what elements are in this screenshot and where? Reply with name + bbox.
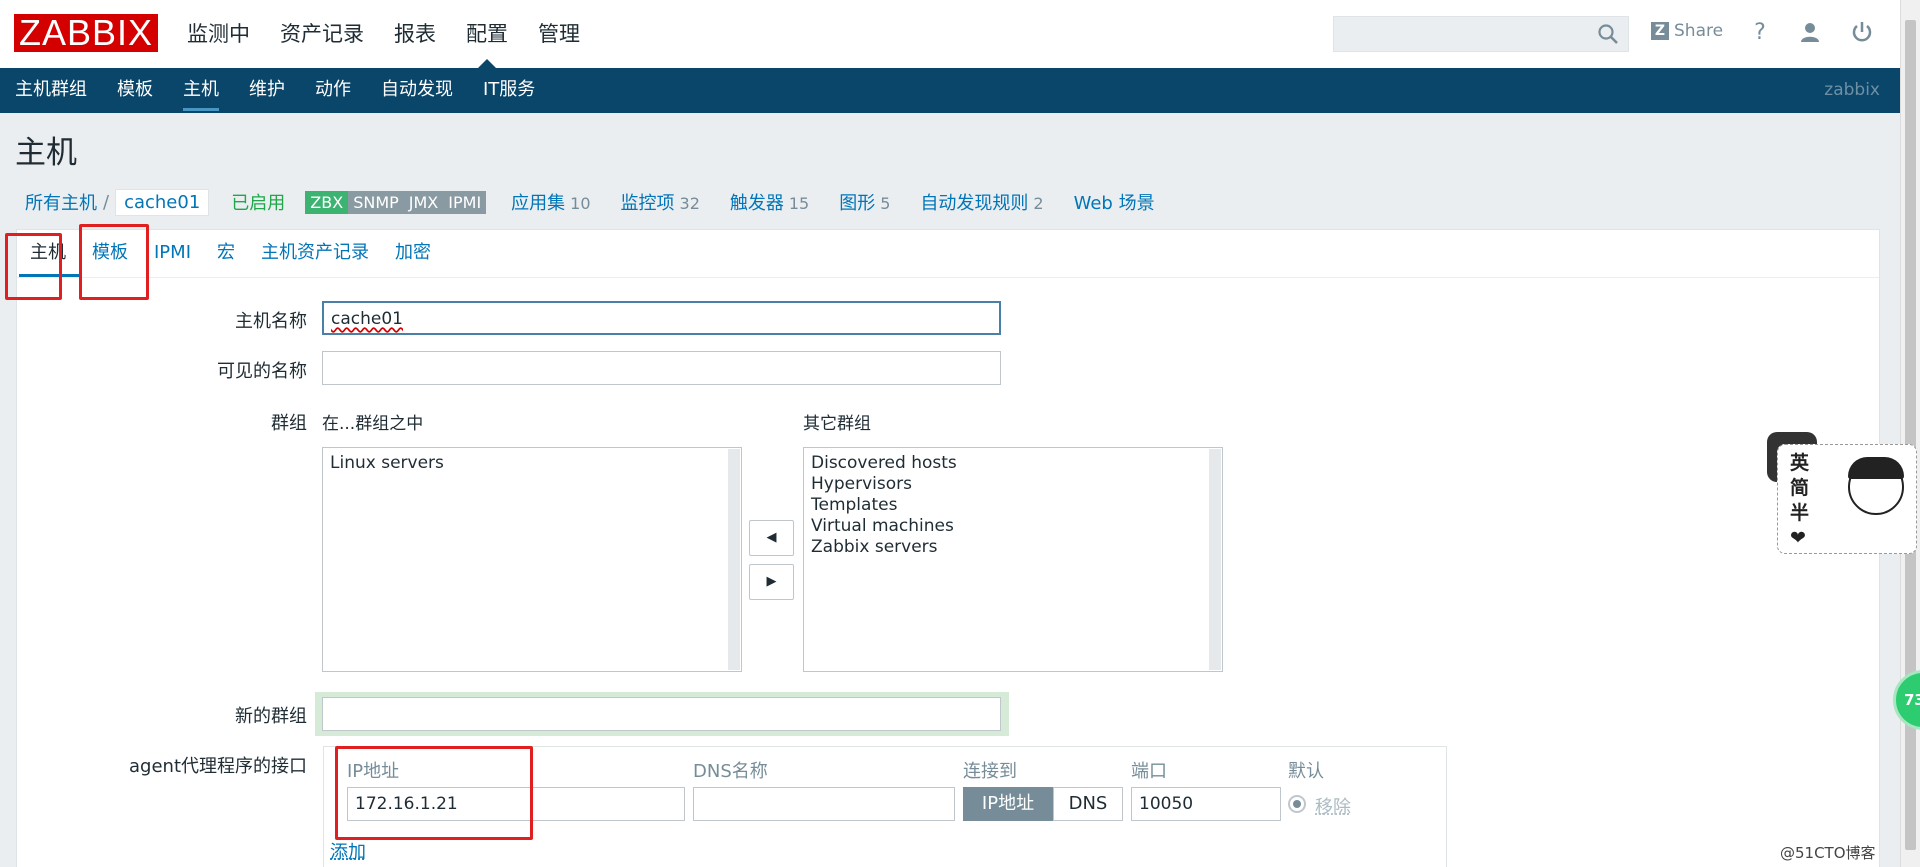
list-item[interactable]: Templates	[811, 495, 1215, 516]
list-item[interactable]: Discovered hosts	[811, 453, 1215, 474]
subnav-hosts[interactable]: 主机	[183, 68, 219, 113]
other-groups-heading: 其它群组	[803, 414, 871, 434]
annotation-box-ip-address	[335, 746, 533, 840]
default-interface-radio[interactable]	[1288, 795, 1306, 813]
host-name-label: 主机名称	[235, 311, 307, 332]
badge-snmp: SNMP	[348, 190, 404, 214]
link-triggers[interactable]: 触发器 15	[730, 189, 809, 215]
link-applications[interactable]: 应用集 10	[511, 189, 590, 215]
tab-macros[interactable]: 宏	[204, 230, 248, 277]
availability-badges: ZBX SNMP JMX IPMI	[305, 190, 487, 214]
main-nav-configuration[interactable]: 配置	[466, 0, 508, 68]
remove-interface-link[interactable]: 移除	[1315, 793, 1351, 819]
groups-label: 群组	[271, 413, 307, 434]
subnav-actions[interactable]: 动作	[315, 68, 351, 113]
main-nav: 监测中 资产记录 报表 配置 管理	[187, 0, 610, 68]
list-item[interactable]: Zabbix servers	[811, 537, 1215, 558]
in-groups-heading: 在...群组之中	[322, 414, 424, 434]
help-icon[interactable]: ?	[1747, 20, 1773, 46]
list-item[interactable]: Linux servers	[330, 453, 734, 474]
subnav-username: zabbix	[1824, 80, 1880, 100]
link-web-scenarios[interactable]: Web 场景	[1074, 189, 1155, 215]
in-groups-list[interactable]: Linux servers	[322, 447, 742, 672]
tab-encryption[interactable]: 加密	[382, 230, 444, 277]
share-icon: Z	[1651, 22, 1669, 40]
user-profile-icon[interactable]	[1797, 20, 1823, 46]
top-header: ZABBIX 监测中 资产记录 报表 配置 管理 Z Share ?	[0, 0, 1900, 68]
host-name-field[interactable]: cache01	[322, 301, 1001, 335]
main-nav-inventory[interactable]: 资产记录	[280, 0, 364, 68]
link-graphs[interactable]: 图形 5	[839, 189, 890, 215]
page-title: 主机	[15, 135, 77, 171]
other-groups-list[interactable]: Discovered hosts Hypervisors Templates V…	[803, 447, 1223, 672]
breadcrumb-separator: /	[103, 191, 110, 213]
new-group-field[interactable]	[322, 697, 1001, 731]
port-field[interactable]: 10050	[1131, 787, 1281, 821]
tab-ipmi[interactable]: IPMI	[141, 230, 204, 277]
main-nav-administration[interactable]: 管理	[538, 0, 580, 68]
link-items[interactable]: 监控项 32	[621, 189, 700, 215]
subnav-maintenance[interactable]: 维护	[249, 68, 285, 113]
subnav-templates[interactable]: 模板	[117, 68, 153, 113]
form-tabs: 主机 模板 IPMI 宏 主机资产记录 加密	[17, 230, 1879, 278]
scrollbar[interactable]	[1209, 449, 1221, 670]
new-group-label: 新的群组	[235, 706, 307, 727]
floating-badge[interactable]: 73	[1893, 670, 1920, 730]
cartoon-hair	[1848, 457, 1904, 479]
badge-ipmi: IPMI	[443, 190, 487, 214]
move-left-button[interactable]: ◀	[749, 520, 794, 556]
connect-ip-button[interactable]: IP地址	[963, 787, 1053, 821]
subnav-discovery[interactable]: 自动发现	[381, 68, 453, 113]
link-discovery-rules[interactable]: 自动发现规则 2	[920, 189, 1043, 215]
ime-char: 简	[1790, 477, 1810, 499]
main-nav-monitoring[interactable]: 监测中	[187, 0, 250, 68]
move-right-button[interactable]: ▶	[749, 564, 794, 600]
ime-char: 英	[1790, 452, 1810, 474]
tab-inventory[interactable]: 主机资产记录	[248, 230, 382, 277]
add-interface-link[interactable]: 添加	[330, 838, 366, 864]
scrollbar[interactable]	[728, 449, 740, 670]
col-connect-to: 连接到	[963, 761, 1017, 782]
agent-interfaces-label: agent代理程序的接口	[129, 756, 307, 777]
annotation-box-templates-tab	[79, 224, 149, 300]
badge-zbx: ZBX	[305, 190, 349, 214]
search-icon[interactable]	[1597, 23, 1619, 45]
breadcrumb-all-hosts[interactable]: 所有主机	[25, 189, 97, 215]
host-status-enabled[interactable]: 已启用	[231, 189, 285, 215]
subnav-host-groups[interactable]: 主机群组	[15, 68, 87, 113]
sub-nav: 主机群组 模板 主机 维护 动作 自动发现 IT服务 zabbix	[0, 68, 1900, 113]
visible-name-label: 可见的名称	[217, 361, 307, 382]
dns-name-field[interactable]	[693, 787, 955, 821]
main-nav-reports[interactable]: 报表	[394, 0, 436, 68]
list-item[interactable]: Virtual machines	[811, 516, 1215, 537]
search-input[interactable]	[1333, 16, 1629, 52]
window-scrollbar[interactable]	[1900, 0, 1920, 867]
watermark: @51CTO博客	[1780, 844, 1876, 862]
badge-jmx: JMX	[403, 190, 444, 214]
zabbix-logo[interactable]: ZABBIX	[14, 14, 158, 52]
connect-dns-button[interactable]: DNS	[1053, 787, 1123, 821]
subnav-it-services[interactable]: IT服务	[483, 68, 535, 113]
share-button[interactable]: Z Share	[1651, 21, 1723, 41]
breadcrumb: 所有主机 / cache01 已启用 ZBX SNMP JMX IPMI 应用集…	[25, 187, 1185, 217]
col-port: 端口	[1131, 761, 1167, 782]
annotation-box-host-tab	[5, 233, 62, 300]
heart-icon: ❤	[1790, 527, 1806, 549]
ime-char: 半	[1790, 502, 1810, 524]
breadcrumb-current-host[interactable]: cache01	[115, 188, 210, 216]
col-default: 默认	[1288, 761, 1324, 782]
col-dns-name: DNS名称	[693, 761, 768, 782]
share-label: Share	[1674, 21, 1724, 41]
logout-icon[interactable]	[1849, 20, 1875, 46]
ime-status-widget[interactable]: 英 简 半 ❤	[1777, 444, 1917, 554]
list-item[interactable]: Hypervisors	[811, 474, 1215, 495]
visible-name-field[interactable]	[322, 351, 1001, 385]
